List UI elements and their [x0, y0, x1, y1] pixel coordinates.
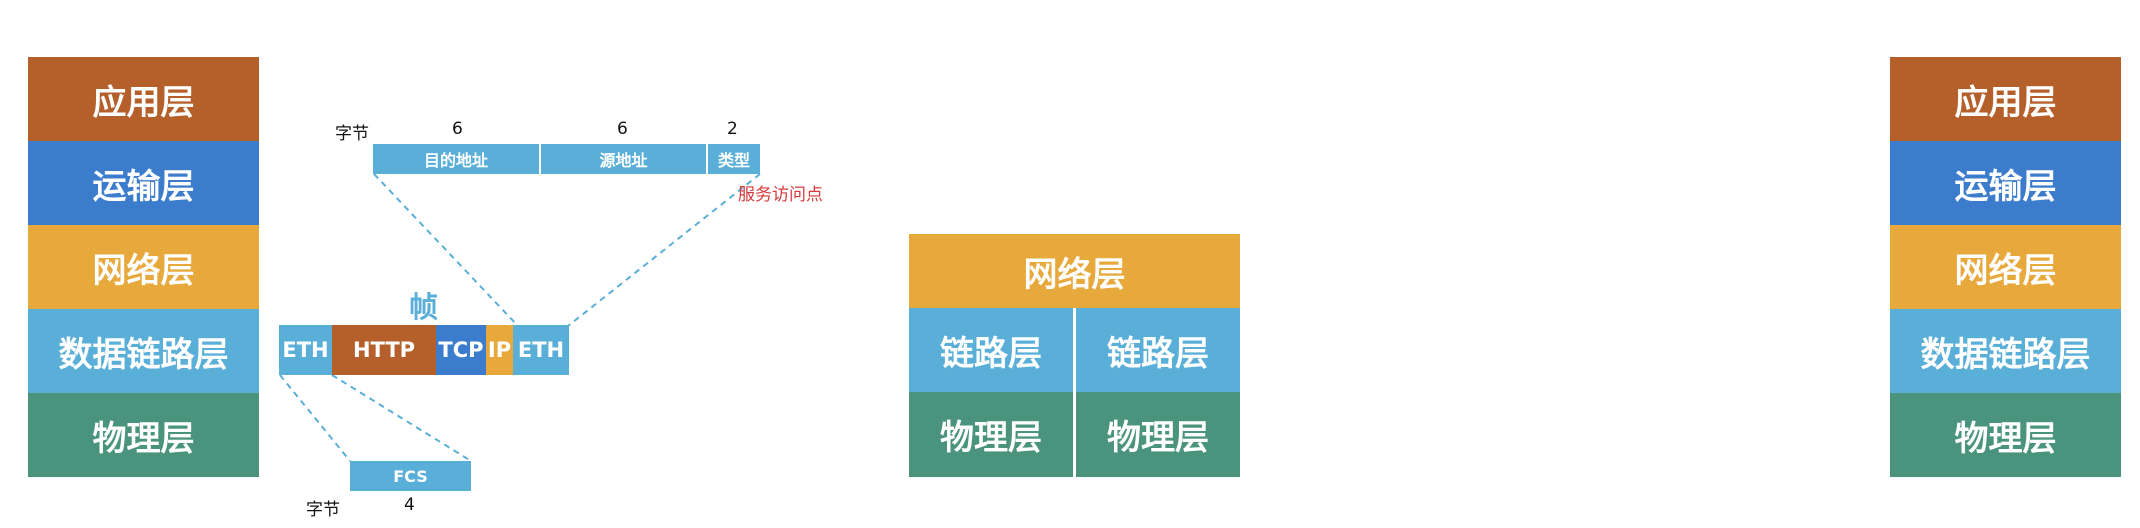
right-protocol-stack: 应用层 运输层 网络层 数据链路层 物理层 [1890, 57, 2121, 477]
frame-title: 帧 [409, 290, 439, 324]
router-physical-layer-left: 物理层 [909, 392, 1073, 477]
header-expand-line-right [567, 173, 761, 327]
destination-address-field: 目的地址 [373, 144, 539, 174]
trailer-expand-line-right [331, 374, 472, 462]
trailer-byte-unit-label: 字节 [306, 500, 340, 520]
right-datalink-layer: 数据链路层 [1890, 309, 2121, 393]
router-network-layer: 网络层 [909, 234, 1240, 308]
trailer-expand-line-left [279, 374, 351, 462]
header-size-type: 2 [727, 119, 738, 139]
right-transport-layer: 运输层 [1890, 141, 2121, 225]
service-access-point-annotation: 服务访问点 [738, 185, 823, 205]
fcs-field: FCS [350, 461, 471, 491]
header-size-source: 6 [617, 119, 628, 139]
ethernet-trailer-fields: FCS [350, 461, 471, 491]
frame-eth-header: ETH [279, 325, 332, 375]
source-address-field: 源地址 [541, 144, 706, 174]
right-application-layer: 应用层 [1890, 57, 2121, 141]
header-size-destination: 6 [452, 119, 463, 139]
frame-tcp-segment: TCP [436, 325, 486, 375]
router-link-layer-right: 链路层 [1076, 308, 1240, 392]
router-stack: 网络层 链路层 链路层 物理层 物理层 [909, 234, 1240, 477]
header-byte-unit-label: 字节 [335, 124, 369, 144]
ethernet-header-fields: 目的地址 源地址 类型 [373, 144, 760, 174]
type-field: 类型 [708, 144, 760, 174]
frame-bar: ETH HTTP TCP IP ETH [279, 325, 569, 375]
router-physical-layer-right: 物理层 [1076, 392, 1240, 477]
frame-http-segment: HTTP [332, 325, 436, 375]
frame-ip-segment: IP [486, 325, 513, 375]
router-link-layer-left: 链路层 [909, 308, 1073, 392]
header-expand-line-left [373, 173, 519, 327]
frame-eth-trailer: ETH [513, 325, 569, 375]
right-physical-layer: 物理层 [1890, 393, 2121, 477]
right-network-layer: 网络层 [1890, 225, 2121, 309]
trailer-size-fcs: 4 [404, 495, 415, 515]
